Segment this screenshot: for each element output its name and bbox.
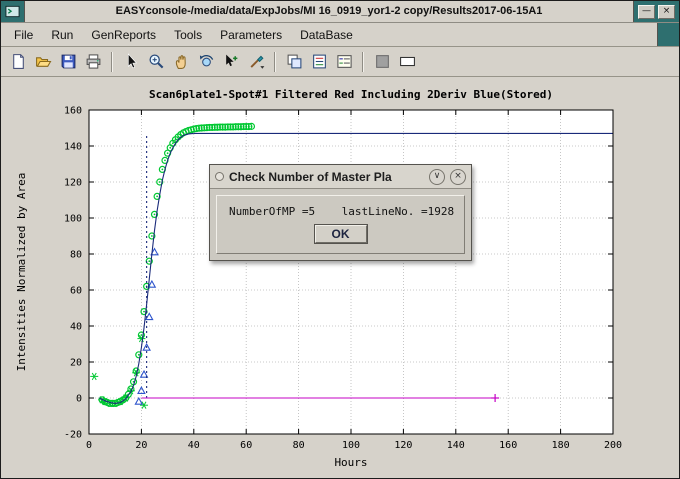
svg-text:80: 80 [70,250,82,261]
dialog-ok-button[interactable]: OK [315,225,367,243]
svg-text:40: 40 [70,322,82,333]
datatip-button[interactable] [219,50,243,74]
save-icon [60,53,77,70]
new-document-button[interactable] [6,50,30,74]
svg-text:40: 40 [188,440,200,451]
legend-icon [336,53,353,70]
svg-text:60: 60 [240,440,252,451]
close-button[interactable]: × [658,5,675,19]
svg-text:200: 200 [604,440,622,451]
cursor-icon [123,53,140,70]
copy-figure-icon [286,53,303,70]
svg-text:120: 120 [394,440,412,451]
toolbar-separator [274,52,276,72]
svg-text:0: 0 [86,440,92,451]
svg-text:100: 100 [64,214,82,225]
dialog-message: NumberOfMP =5 lastLineNo. =1928 [217,196,464,218]
open-folder-icon [35,53,52,70]
dialog-collapse-button[interactable]: ∨ [429,169,445,185]
svg-text:140: 140 [447,440,465,451]
zoom-in-button[interactable] [144,50,168,74]
console-icon [5,4,20,19]
menu-item-run[interactable]: Run [42,24,82,46]
menu-item-genreports[interactable]: GenReports [82,24,165,46]
menubar: FileRunGenReportsToolsParametersDataBase [1,23,679,47]
open-folder-button[interactable] [31,50,55,74]
svg-text:160: 160 [64,106,82,117]
menu-item-database[interactable]: DataBase [291,24,362,46]
app-window: EASYconsole-/media/data/ExpJobs/MI 16_09… [0,0,680,479]
pan-icon [173,53,190,70]
pan-button[interactable] [169,50,193,74]
dialog-title: Check Number of Master Pla [229,170,424,184]
svg-text:120: 120 [64,178,82,189]
menu-item-tools[interactable]: Tools [165,24,211,46]
print-button[interactable] [81,50,105,74]
copy-figure-button[interactable] [282,50,306,74]
window-title: EASYconsole-/media/data/ExpJobs/MI 16_09… [25,1,633,22]
menu-item-file[interactable]: File [5,24,42,46]
svg-text:100: 100 [342,440,360,451]
svg-text:160: 160 [499,440,517,451]
window-controls: — × [633,1,679,22]
colorbar-button[interactable] [370,50,394,74]
toolbar-separator [362,52,364,72]
dialog-icon [215,172,224,181]
figure-palette-button[interactable] [307,50,331,74]
zoom-in-icon [148,53,165,70]
rectangle-icon [399,53,416,70]
rotate-3d-icon [198,53,215,70]
svg-text:0: 0 [76,394,82,405]
datatip-icon [223,53,240,70]
rotate-3d-button[interactable] [194,50,218,74]
svg-text:80: 80 [293,440,305,451]
dialog-check-number: Check Number of Master Pla ∨ × NumberOfM… [209,164,472,261]
titlebar[interactable]: EASYconsole-/media/data/ExpJobs/MI 16_09… [1,1,679,23]
dialog-close-button[interactable]: × [450,169,466,185]
save-button[interactable] [56,50,80,74]
svg-text:180: 180 [552,440,570,451]
rectangle-button[interactable] [395,50,419,74]
svg-text:60: 60 [70,286,82,297]
dialog-titlebar[interactable]: Check Number of Master Pla ∨ × [210,165,471,189]
toolbar [1,47,679,77]
svg-text:-20: -20 [64,430,82,441]
menubar-corner [657,23,679,46]
brush-icon [248,53,265,70]
legend-button[interactable] [332,50,356,74]
svg-text:Hours: Hours [334,456,367,469]
svg-text:Scan6plate1-Spot#1 Filtered Re: Scan6plate1-Spot#1 Filtered Red Includin… [149,88,553,101]
cursor-button[interactable] [119,50,143,74]
minimize-button[interactable]: — [638,5,655,19]
toolbar-separator [111,52,113,72]
dialog-body: NumberOfMP =5 lastLineNo. =1928 OK [216,195,465,254]
colorbar-icon [374,53,391,70]
figure-palette-icon [311,53,328,70]
plot-canvas[interactable]: 0 20 40 60 80 100 120 140 160 180 200 -20 0 20 40 60 80 1… [1,77,679,478]
svg-text:20: 20 [70,358,82,369]
svg-text:140: 140 [64,142,82,153]
menu-item-parameters[interactable]: Parameters [211,24,291,46]
window-icon[interactable] [1,1,25,22]
print-icon [85,53,102,70]
svg-text:20: 20 [135,440,147,451]
svg-text:Intensities Normalized by Area: Intensities Normalized by Area [15,173,28,372]
new-document-icon [10,53,27,70]
brush-button[interactable] [244,50,268,74]
menubar-items: FileRunGenReportsToolsParametersDataBase [5,23,362,46]
figure-area: 0 20 40 60 80 100 120 140 160 180 200 -20 0 20 40 60 80 1… [1,77,679,478]
